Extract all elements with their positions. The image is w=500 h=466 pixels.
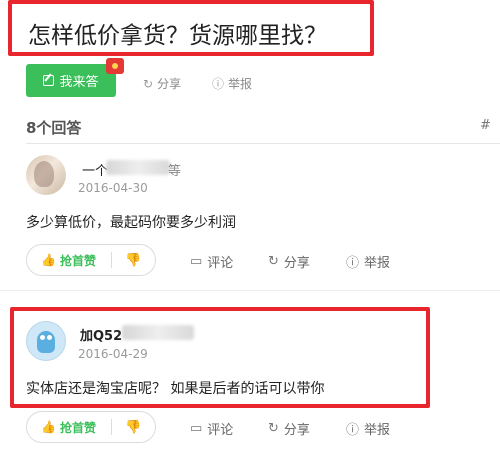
report-icon: ⓘ — [346, 423, 360, 438]
question-title: 怎样低价拿货？货源哪里找？ — [28, 23, 327, 49]
question-report-label: 举报 — [228, 77, 253, 91]
question-share-label: 分享 — [157, 77, 182, 91]
comment-icon: ▭ — [190, 421, 203, 436]
answer-date: 2016-04-29 — [78, 347, 148, 361]
like-button[interactable]: 👍 抢首赞 — [27, 252, 111, 269]
share-link[interactable]: ↻ 分享 — [268, 252, 310, 271]
thumb-up-icon: 👍 — [41, 253, 56, 267]
comment-icon: ▭ — [190, 254, 203, 269]
report-link[interactable]: ⓘ 举报 — [346, 252, 390, 271]
report-label: 举报 — [364, 256, 391, 271]
share-label: 分享 — [283, 256, 310, 271]
vote-control: 👍 抢首赞 👎 — [26, 244, 156, 276]
answer-date: 2016-04-30 — [78, 181, 148, 195]
like-label: 抢首赞 — [59, 420, 96, 435]
answers-count: 8个回答 — [26, 119, 82, 137]
answer-author-suffix: 等 — [168, 164, 182, 179]
like-button[interactable]: 👍 抢首赞 — [27, 419, 111, 436]
edit-icon — [43, 75, 55, 86]
question-report-link[interactable]: ⓘ 举报 — [212, 75, 252, 92]
share-icon: ↻ — [268, 421, 279, 436]
blurred-username — [106, 160, 170, 175]
report-icon: ⓘ — [346, 256, 360, 271]
like-label: 抢首赞 — [59, 253, 96, 268]
report-link[interactable]: ⓘ 举报 — [346, 419, 390, 438]
share-icon: ↻ — [268, 254, 279, 269]
answer-separator — [0, 290, 500, 291]
answer-text: 多少算低价，最起码你要多少利润 — [26, 215, 236, 231]
answer-author-prefix[interactable]: 加Q52 — [80, 325, 122, 344]
report-label: 举报 — [364, 423, 391, 438]
avatar[interactable] — [26, 155, 66, 195]
thumb-up-icon: 👍 — [41, 420, 56, 434]
share-label: 分享 — [283, 423, 310, 438]
sort-hint: # — [480, 118, 491, 133]
comment-label: 评论 — [207, 256, 234, 271]
answer-button[interactable]: 我来答 — [26, 64, 116, 97]
share-icon: ↻ — [143, 76, 154, 91]
comment-link[interactable]: ▭ 评论 — [190, 252, 233, 271]
dislike-button[interactable]: 👎 — [112, 420, 155, 435]
answer-author-prefix[interactable]: 一个 — [82, 160, 108, 179]
vote-control: 👍 抢首赞 👎 — [26, 411, 156, 443]
question-share-link[interactable]: ↻ 分享 — [143, 75, 181, 92]
report-icon: ⓘ — [212, 77, 225, 91]
blurred-username — [122, 325, 194, 340]
avatar[interactable] — [26, 321, 66, 361]
answer-button-label: 我来答 — [59, 75, 99, 90]
thumb-down-icon: 👎 — [125, 252, 142, 268]
section-divider — [26, 143, 500, 144]
comment-label: 评论 — [207, 423, 234, 438]
thumb-down-icon: 👎 — [125, 419, 142, 435]
comment-link[interactable]: ▭ 评论 — [190, 419, 233, 438]
red-envelope-icon — [106, 58, 124, 74]
answer-text: 实体店还是淘宝店呢？ 如果是后者的话可以带你 — [26, 381, 325, 397]
dislike-button[interactable]: 👎 — [112, 253, 155, 268]
share-link[interactable]: ↻ 分享 — [268, 419, 310, 438]
